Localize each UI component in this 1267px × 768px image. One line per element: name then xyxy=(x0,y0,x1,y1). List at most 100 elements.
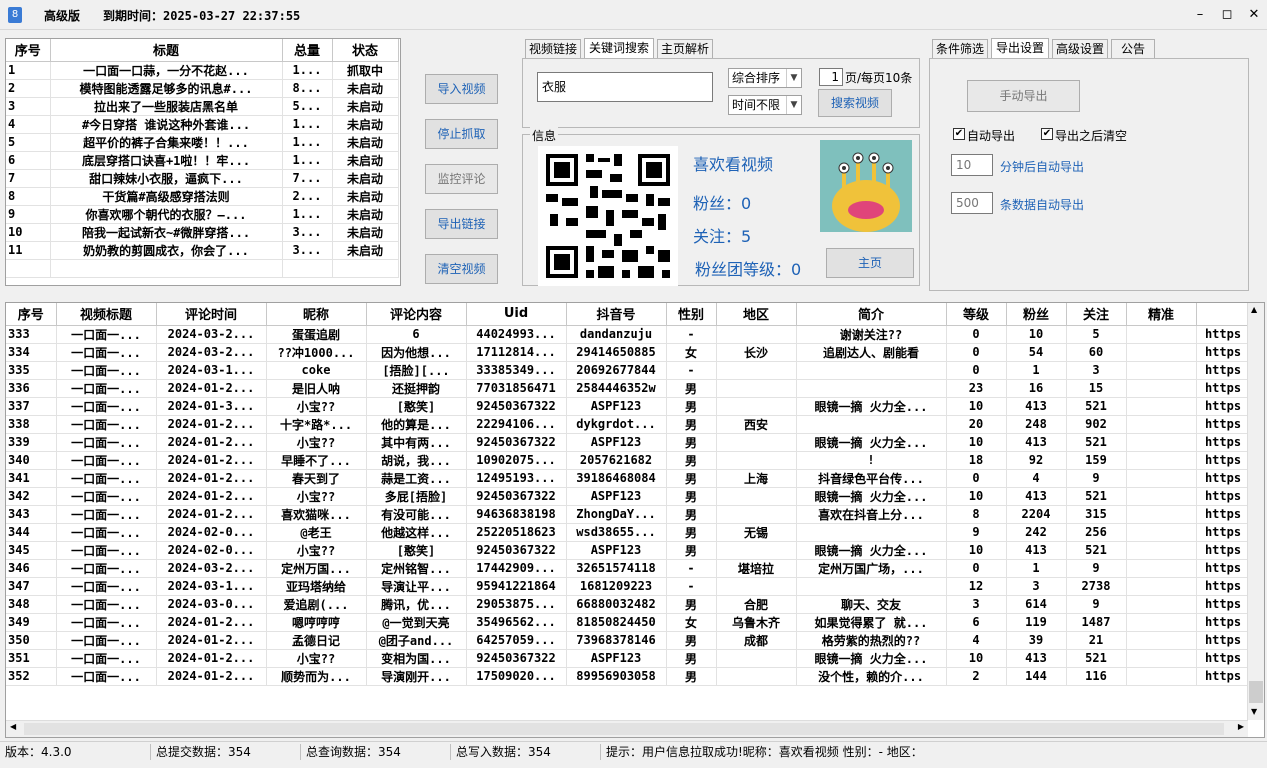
scroll-right-icon[interactable]: ▶ xyxy=(1238,722,1244,731)
keyword-input[interactable]: 衣服 xyxy=(537,72,713,102)
comment-row[interactable]: 341 一口面一... 2024-01-2... 春天到了 蒜是工资... 1249519… xyxy=(6,469,1251,488)
vertical-scrollbar[interactable]: ▲ ▼ xyxy=(1247,303,1264,720)
comment-row[interactable]: 342 一口面一... 2024-01-2... 小宝?? 多屁[捂脸] 92450367… xyxy=(6,487,1251,506)
comment-cell: 一口面一... xyxy=(56,379,157,398)
time-select[interactable]: 时间不限 ▼ xyxy=(728,95,802,115)
comment-column-header[interactable]: 评论时间 xyxy=(156,303,267,326)
auto-export-checkbox[interactable]: ✔ xyxy=(953,128,965,140)
task-row[interactable]: 3 拉出来了一些服装店黑名单 5... 未启动 xyxy=(6,97,399,116)
maximize-icon[interactable]: ◻ xyxy=(1217,5,1237,25)
comment-row[interactable]: 346 一口面一... 2024-03-2... 定州万国... 定州铭智... 1744… xyxy=(6,559,1251,578)
clear-after-export-checkbox[interactable]: ✔ xyxy=(1041,128,1053,140)
comment-column-header[interactable]: 序号 xyxy=(6,303,57,326)
comment-cell: 因为他想... xyxy=(366,343,467,362)
task-column-header[interactable]: 序号 xyxy=(6,39,51,62)
comment-cell: 521 xyxy=(1066,541,1127,560)
comment-cell: 413 xyxy=(1006,397,1067,416)
scroll-up-icon[interactable]: ▲ xyxy=(1251,305,1257,314)
comment-row[interactable]: 352 一口面一... 2024-01-2... 顺势而为... 导演刚开... 1750… xyxy=(6,667,1251,686)
task-table[interactable]: 序号 标题 总量 状态 1 一口面一口蒜，一分不花赵... 1... 抓取中 2 模特图能透露足… xyxy=(5,38,401,286)
task-row[interactable]: 9 你喜欢哪个朝代的衣服？—... 1... 未启动 xyxy=(6,205,399,224)
comment-row[interactable]: 338 一口面一... 2024-01-2... 十字*路*... 他的算是... 222… xyxy=(6,415,1251,434)
tab-filter[interactable]: 条件筛选 xyxy=(932,39,988,58)
comment-column-header[interactable]: 粉丝 xyxy=(1006,303,1067,326)
tab-advanced-settings[interactable]: 高级设置 xyxy=(1052,39,1108,58)
horizontal-scroll-thumb[interactable] xyxy=(24,723,1224,735)
task-row[interactable]: 5 超平价的裤子合集来喽！！... 1... 未启动 xyxy=(6,133,399,152)
comment-row[interactable]: 335 一口面一... 2024-03-1... coke [捂脸][... 333853… xyxy=(6,361,1251,380)
count-input[interactable]: 500 xyxy=(951,192,993,214)
comment-cell: https xyxy=(1196,613,1251,632)
task-row[interactable]: 2 模特图能透露足够多的讯息#... 8... 未启动 xyxy=(6,79,399,98)
comment-cell: 16 xyxy=(1006,379,1067,398)
comment-cell: 18 xyxy=(946,451,1007,470)
task-cell: 9 xyxy=(6,205,51,224)
task-cell: 奶奶教的剪圆成衣，你会了... xyxy=(50,241,283,260)
comment-cell: 20692677844 xyxy=(566,361,667,380)
comment-column-header[interactable]: 评论内容 xyxy=(366,303,467,326)
comment-row[interactable]: 345 一口面一... 2024-02-0... 小宝?? [憨笑] 9245036732… xyxy=(6,541,1251,560)
comment-column-header[interactable]: 昵称 xyxy=(266,303,367,326)
stop-crawl-button[interactable]: 停止抓取 xyxy=(425,119,498,149)
comment-column-header[interactable] xyxy=(1196,303,1251,326)
export-links-button[interactable]: 导出链接 xyxy=(425,209,498,239)
comment-column-header[interactable]: 简介 xyxy=(796,303,947,326)
comment-row[interactable]: 340 一口面一... 2024-01-2... 早睡不了... 胡说，我... 1090… xyxy=(6,451,1251,470)
minimize-icon[interactable]: – xyxy=(1190,5,1210,25)
task-row[interactable]: 11 奶奶教的剪圆成衣，你会了... 3... 未启动 xyxy=(6,241,399,260)
minutes-input[interactable]: 10 xyxy=(951,154,993,176)
tab-homepage-parse[interactable]: 主页解析 xyxy=(657,39,713,58)
comment-column-header[interactable]: 性别 xyxy=(666,303,717,326)
task-row[interactable]: 8 干货篇#高级感穿搭法则 2... 未启动 xyxy=(6,187,399,206)
task-cell: 1... xyxy=(282,205,333,224)
comment-row[interactable]: 333 一口面一... 2024-03-2... 蛋蛋追剧 6 44024993... da… xyxy=(6,325,1251,344)
comment-row[interactable]: 347 一口面一... 2024-03-1... 亚玛塔纳给 导演让平... 959412… xyxy=(6,577,1251,596)
comment-column-header[interactable]: 精准 xyxy=(1126,303,1197,326)
task-row[interactable]: 1 一口面一口蒜，一分不花赵... 1... 抓取中 xyxy=(6,61,399,80)
comment-row[interactable]: 344 一口面一... 2024-02-0... @老王 他越这样... 25220518… xyxy=(6,523,1251,542)
horizontal-scrollbar[interactable]: ◀ ▶ xyxy=(6,720,1248,737)
tab-export-settings[interactable]: 导出设置 xyxy=(991,38,1049,58)
comment-row[interactable]: 334 一口面一... 2024-03-2... ??冲1000... 因为他想... 1… xyxy=(6,343,1251,362)
comment-column-header[interactable]: 视频标题 xyxy=(56,303,157,326)
sort-select[interactable]: 综合排序 ▼ xyxy=(728,68,802,88)
comment-row[interactable]: 339 一口面一... 2024-01-2... 小宝?? 其中有两... 9245036… xyxy=(6,433,1251,452)
tab-announcement[interactable]: 公告 xyxy=(1111,39,1155,58)
task-column-header[interactable]: 总量 xyxy=(282,39,333,62)
task-row[interactable]: 7 甜口辣妹小衣服，逼疯下... 7... 未启动 xyxy=(6,169,399,188)
task-row[interactable]: 6 底层穿搭口诀喜+1啦！！牢... 1... 未启动 xyxy=(6,151,399,170)
task-column-header[interactable]: 标题 xyxy=(50,39,283,62)
task-row[interactable]: 10 陪我一起试新衣~#微胖穿搭... 3... 未启动 xyxy=(6,223,399,242)
clear-videos-button[interactable]: 清空视频 xyxy=(425,254,498,284)
manual-export-button[interactable]: 手动导出 xyxy=(967,80,1080,112)
monitor-comments-button[interactable]: 监控评论 xyxy=(425,164,498,194)
page-input[interactable]: 1 xyxy=(819,68,843,86)
comment-row[interactable]: 350 一口面一... 2024-01-2... 孟德日记 @团子and... 64257… xyxy=(6,631,1251,650)
comments-table[interactable]: 序号 视频标题 评论时间 昵称 评论内容 Uid 抖音号 性别 地区 简介 等级 粉丝 关注 精准 333… xyxy=(5,302,1265,738)
comment-row[interactable]: 343 一口面一... 2024-01-2... 喜欢猫咪... 有没可能... 9463… xyxy=(6,505,1251,524)
comment-column-header[interactable]: Uid xyxy=(466,303,567,326)
comment-row[interactable]: 348 一口面一... 2024-03-0... 爱追剧(... 腾讯，优... 2905… xyxy=(6,595,1251,614)
import-video-button[interactable]: 导入视频 xyxy=(425,74,498,104)
scroll-down-icon[interactable]: ▼ xyxy=(1251,707,1257,716)
task-column-header[interactable]: 状态 xyxy=(332,39,399,62)
vertical-scroll-thumb[interactable] xyxy=(1249,681,1263,703)
comment-cell: 352 xyxy=(6,667,57,686)
task-row[interactable]: 4 #今日穿搭 谁说这种外套谁... 1... 未启动 xyxy=(6,115,399,134)
search-video-button[interactable]: 搜索视频 xyxy=(818,89,892,117)
comment-cell xyxy=(1126,325,1197,344)
comment-row[interactable]: 349 一口面一... 2024-01-2... 嗯哼哼哼 @一觉到天亮 35496562… xyxy=(6,613,1251,632)
comment-row[interactable]: 336 一口面一... 2024-01-2... 是旧人呐 还挺押韵 7703185647… xyxy=(6,379,1251,398)
comment-column-header[interactable]: 抖音号 xyxy=(566,303,667,326)
comment-row[interactable]: 337 一口面一... 2024-01-3... 小宝?? [憨笑] 9245036732… xyxy=(6,397,1251,416)
tab-video-link[interactable]: 视频链接 xyxy=(525,39,581,58)
close-icon[interactable]: ✕ xyxy=(1244,5,1264,25)
scroll-left-icon[interactable]: ◀ xyxy=(10,722,16,731)
tab-keyword-search[interactable]: 关键词搜索 xyxy=(584,38,654,58)
comment-column-header[interactable]: 关注 xyxy=(1066,303,1127,326)
comment-column-header[interactable]: 等级 xyxy=(946,303,1007,326)
comment-cell: https xyxy=(1196,433,1251,452)
comment-row[interactable]: 351 一口面一... 2024-01-2... 小宝?? 变相为国... 9245036… xyxy=(6,649,1251,668)
homepage-button[interactable]: 主页 xyxy=(826,248,914,278)
comment-column-header[interactable]: 地区 xyxy=(716,303,797,326)
